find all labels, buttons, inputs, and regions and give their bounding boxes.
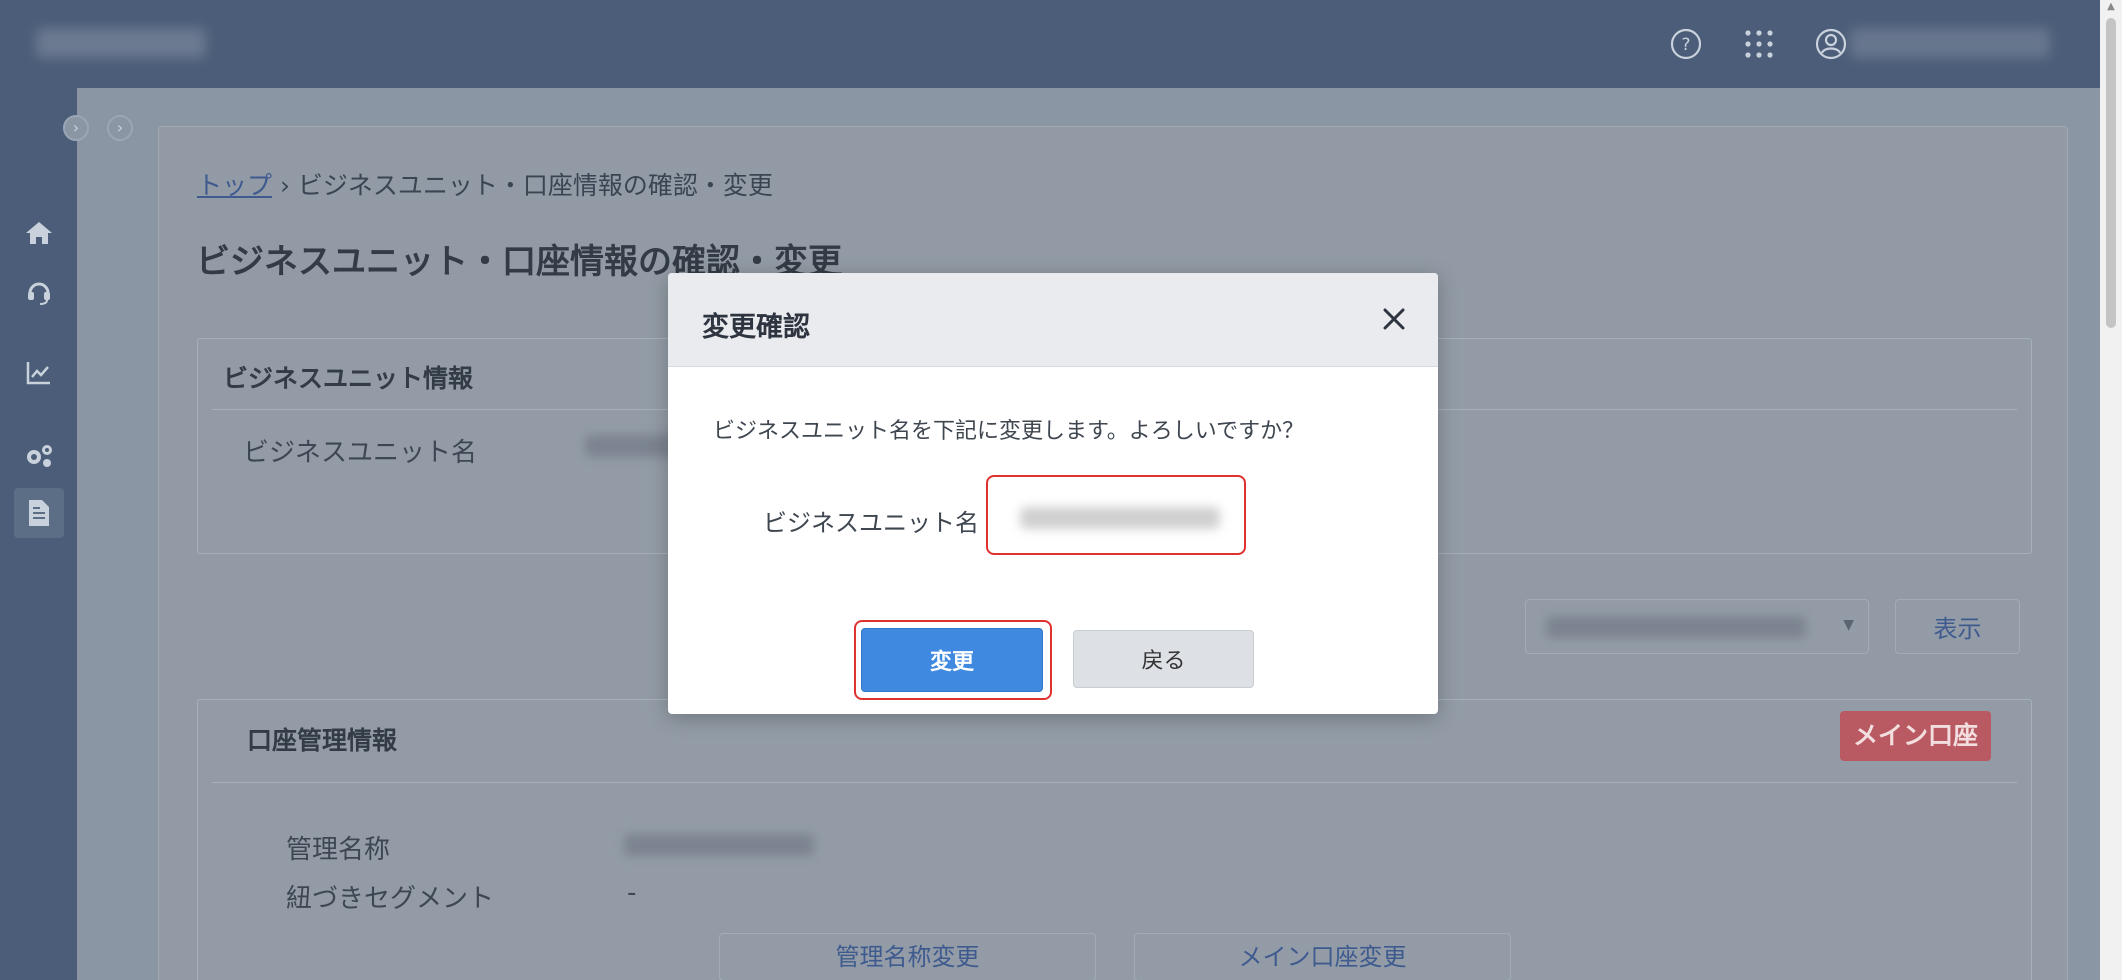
app-grid-icon[interactable] xyxy=(1739,24,1779,64)
account-card xyxy=(197,699,2032,980)
account-select[interactable]: ▼ xyxy=(1525,599,1869,654)
business-unit-name-value xyxy=(585,435,675,457)
chart-icon[interactable] xyxy=(14,348,64,398)
scroll-thumb[interactable] xyxy=(2106,18,2116,328)
breadcrumb-home-link[interactable]: トップ xyxy=(197,171,272,200)
change-management-name-button[interactable]: 管理名称変更 xyxy=(719,933,1096,980)
svg-text:?: ? xyxy=(1681,35,1690,55)
user-name[interactable] xyxy=(1850,28,2050,58)
user-icon[interactable] xyxy=(1811,24,1851,64)
show-button[interactable]: 表示 xyxy=(1895,599,2020,654)
sidebar xyxy=(0,88,77,980)
scroll-up-icon[interactable]: ▲ xyxy=(2106,2,2116,12)
linked-segment-value: - xyxy=(627,878,637,908)
account-card-title: 口座管理情報 xyxy=(247,726,398,755)
chevron-down-icon: ▼ xyxy=(1843,617,1854,633)
confirm-change-dialog: 変更確認 ビジネスユニット名を下記に変更します。よろしいですか？ ビジネスユニッ… xyxy=(668,273,1438,714)
dialog-header: 変更確認 xyxy=(668,273,1438,367)
confirm-change-button[interactable]: 変更 xyxy=(861,628,1043,692)
dialog-message: ビジネスユニット名を下記に変更します。よろしいですか？ xyxy=(713,419,1305,444)
business-unit-name-label: ビジネスユニット名 xyxy=(243,438,478,468)
breadcrumb-current: ビジネスユニット・口座情報の確認・変更 xyxy=(297,171,773,200)
account-select-value xyxy=(1546,616,1806,638)
page-scrollbar[interactable]: ▲ xyxy=(2100,0,2122,980)
new-name-value-highlight xyxy=(986,475,1246,555)
support-icon[interactable] xyxy=(14,266,64,316)
card-divider xyxy=(212,782,2017,783)
home-icon[interactable] xyxy=(14,208,64,258)
main-account-badge: メイン口座 xyxy=(1840,711,1991,761)
linked-segment-label: 紐づきセグメント xyxy=(286,884,495,914)
breadcrumb-separator: › xyxy=(279,171,290,200)
close-icon[interactable] xyxy=(1376,301,1412,337)
new-business-unit-name xyxy=(1020,507,1220,529)
breadcrumb: トップ › ビジネスユニット・口座情報の確認・変更 xyxy=(197,166,773,202)
sidebar-expand-icon[interactable]: › xyxy=(63,115,89,141)
back-button[interactable]: 戻る xyxy=(1073,630,1254,688)
dialog-title: 変更確認 xyxy=(702,312,810,343)
document-icon[interactable] xyxy=(14,488,64,538)
business-unit-card-title: ビジネスユニット情報 xyxy=(223,364,474,393)
help-icon[interactable]: ? xyxy=(1666,24,1706,64)
menu-expand-icon[interactable]: › xyxy=(107,115,133,141)
top-header: ? xyxy=(0,0,2100,88)
change-main-account-button[interactable]: メイン口座変更 xyxy=(1134,933,1511,980)
logo[interactable] xyxy=(36,28,206,58)
settings-icon[interactable] xyxy=(14,430,64,480)
new-name-label: ビジネスユニット名 xyxy=(763,509,979,537)
management-name-label: 管理名称 xyxy=(286,835,391,865)
management-name-value xyxy=(624,834,814,856)
